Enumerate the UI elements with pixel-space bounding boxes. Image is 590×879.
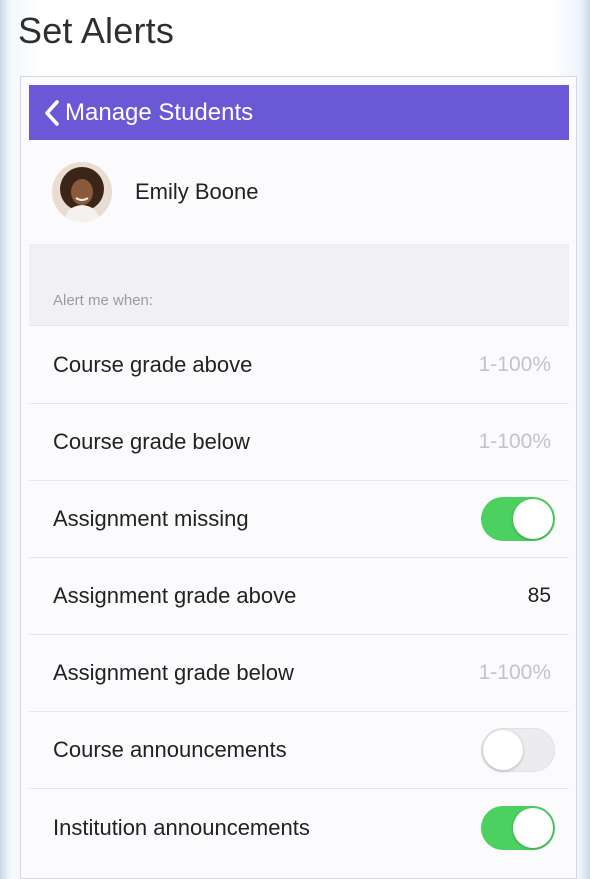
phone-frame: Manage Students Emily Boone Alert me whe… (20, 76, 577, 879)
alert-row-course-announcements[interactable]: Course announcements (29, 712, 569, 789)
page-title: Set Alerts (18, 10, 175, 51)
course-grade-below-input[interactable]: 1-100% (479, 430, 551, 454)
course-grade-above-input[interactable]: 1-100% (479, 353, 551, 377)
avatar (52, 162, 112, 222)
chevron-left-icon (39, 98, 65, 128)
row-label: Assignment missing (53, 506, 249, 531)
assignment-grade-below-input[interactable]: 1-100% (479, 661, 551, 685)
row-label: Assignment grade above (53, 583, 297, 608)
back-button[interactable]: Manage Students (29, 85, 569, 140)
student-name: Emily Boone (135, 179, 259, 204)
alert-row-institution-announcements[interactable]: Institution announcements (29, 789, 569, 866)
alert-row-assignment-grade-below[interactable]: Assignment grade below 1-100% (29, 635, 569, 712)
section-header: Alert me when: (53, 292, 154, 309)
row-label: Course announcements (53, 737, 287, 762)
institution-announcements-toggle[interactable] (481, 805, 555, 850)
alert-row-assignment-grade-above[interactable]: Assignment grade above 85 (29, 558, 569, 635)
section-gap: Alert me when: (29, 245, 569, 326)
alert-row-assignment-missing[interactable]: Assignment missing (29, 481, 569, 558)
student-row[interactable]: Emily Boone (29, 140, 569, 245)
back-label: Manage Students (65, 98, 254, 126)
alert-list: Course grade above 1-100% Course grade b… (29, 327, 569, 866)
course-announcements-toggle[interactable] (481, 728, 555, 772)
alert-row-course-grade-above[interactable]: Course grade above 1-100% (29, 327, 569, 404)
row-label: Institution announcements (53, 814, 310, 840)
row-label: Course grade below (53, 429, 250, 454)
toggle-knob (483, 730, 523, 770)
assignment-missing-toggle[interactable] (481, 497, 555, 541)
toggle-knob (513, 499, 553, 539)
row-label: Assignment grade below (53, 660, 294, 685)
alert-row-course-grade-below[interactable]: Course grade below 1-100% (29, 404, 569, 481)
row-label: Course grade above (53, 352, 253, 377)
assignment-grade-above-input[interactable]: 85 (528, 584, 551, 608)
toggle-knob (513, 807, 553, 848)
